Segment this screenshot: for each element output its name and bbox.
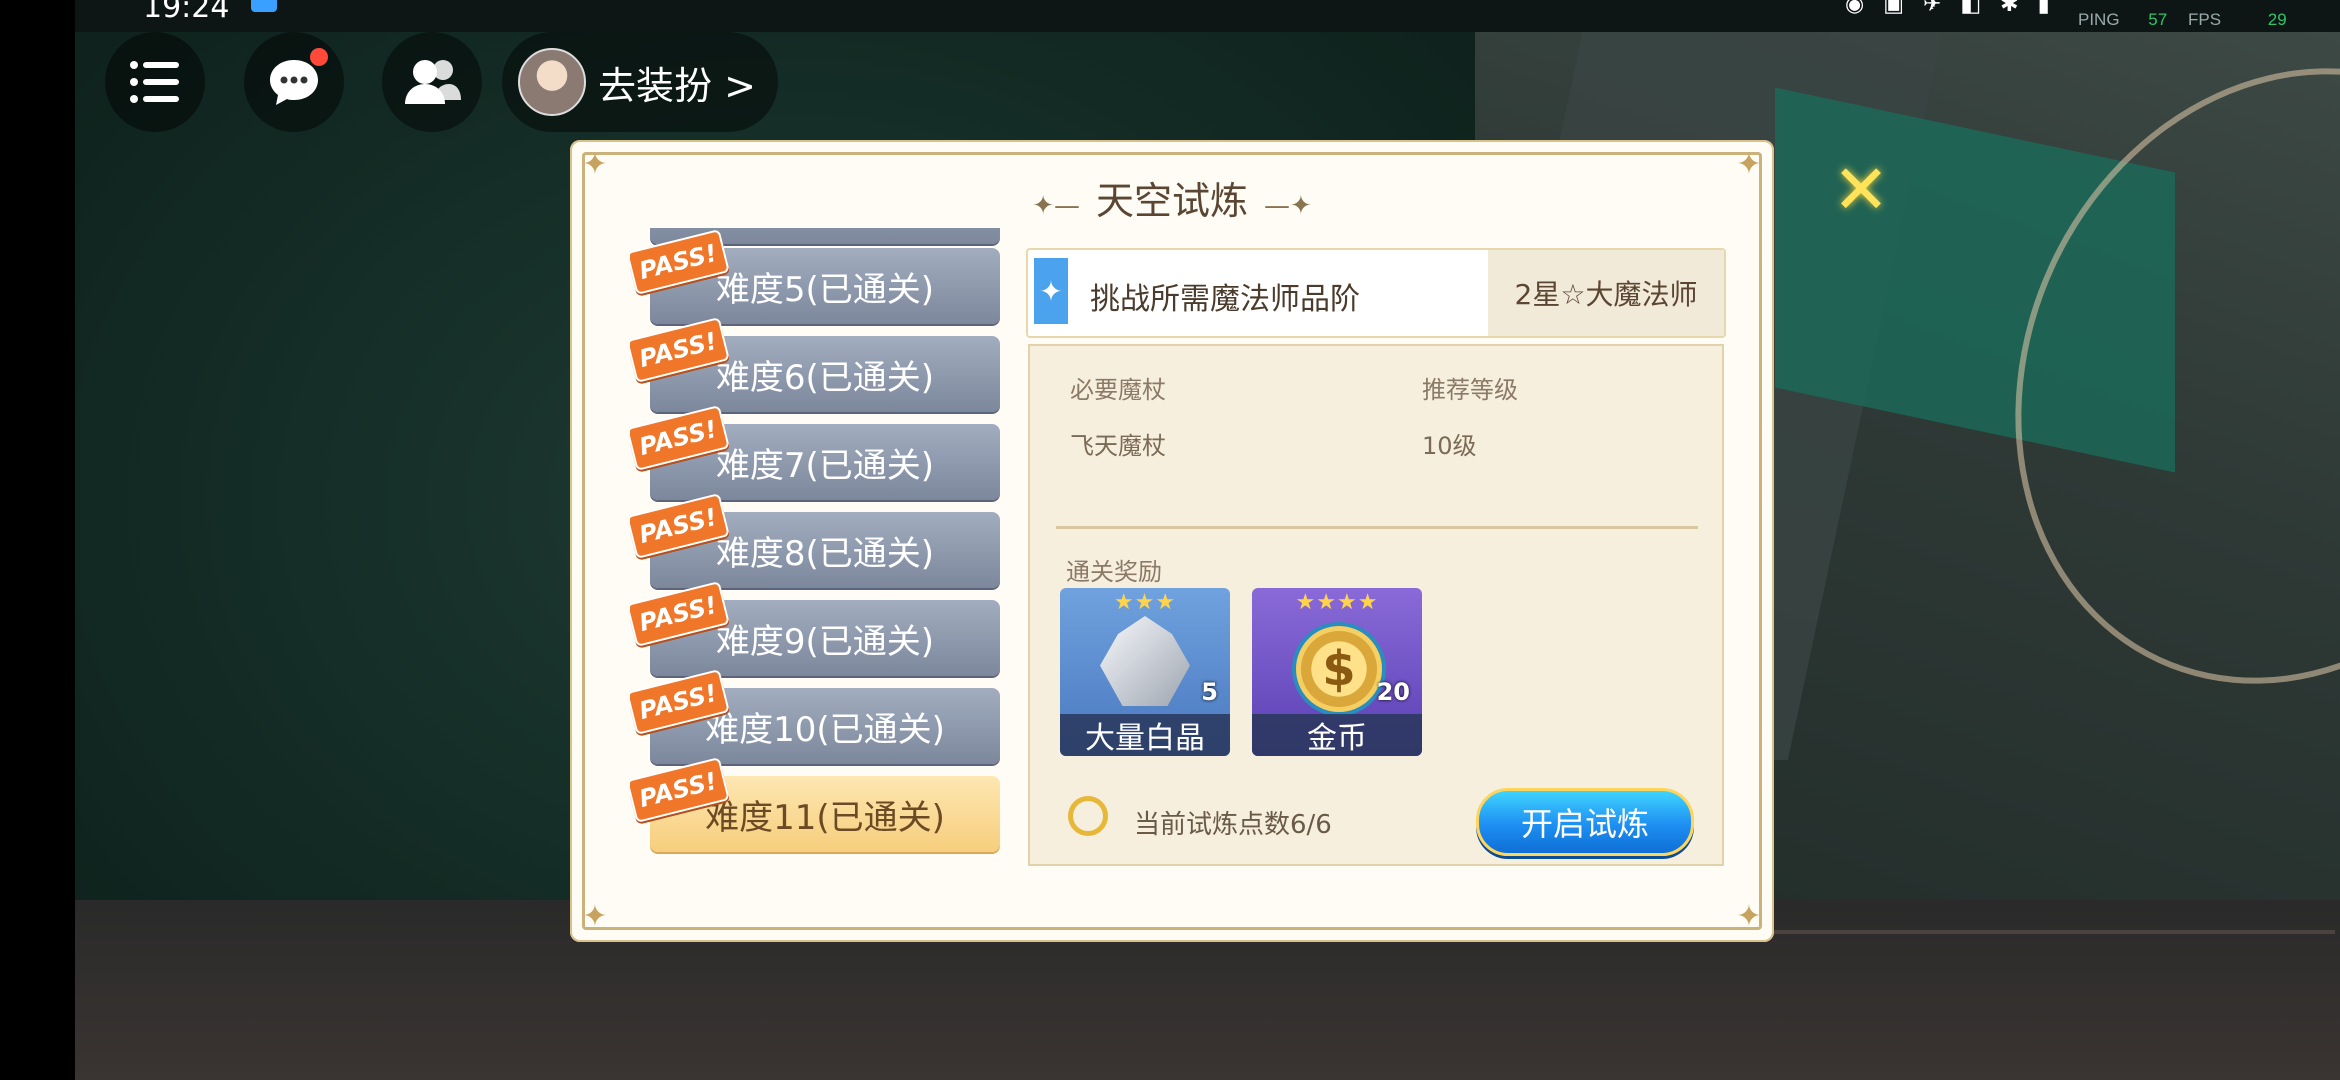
wand-label: 必要魔杖 bbox=[1070, 376, 1166, 404]
trial-points-icon bbox=[1068, 796, 1108, 836]
frame-corner-ornament-icon: ✦ bbox=[1736, 899, 1762, 934]
level-value: 10级 bbox=[1422, 432, 1477, 460]
requirement-bar: ✦ 挑战所需魔法师品阶 2星☆大魔法师 bbox=[1026, 248, 1726, 338]
reward-count: 20 bbox=[1376, 678, 1410, 706]
rewards-title: 通关奖励 bbox=[1066, 558, 1162, 586]
reward-stars: ★★★ bbox=[1113, 590, 1177, 615]
player-avatar bbox=[518, 48, 586, 116]
perf-fps: FPS 29 bbox=[2188, 10, 2287, 29]
detail-divider bbox=[1056, 526, 1698, 529]
chat-button[interactable] bbox=[244, 32, 344, 132]
reward-stars: ★★★★ bbox=[1295, 590, 1379, 615]
reward-item-coin[interactable]: ★★★★ $ 20 金币 bbox=[1252, 588, 1422, 756]
start-trial-button[interactable]: 开启试炼 bbox=[1476, 788, 1694, 856]
dress-up-button[interactable]: 去装扮 > bbox=[502, 32, 778, 132]
system-status-icons: ◉ ▣ ✈ ◧ ✱ ▮ bbox=[1845, 0, 2056, 17]
reward-name: 金币 bbox=[1252, 714, 1422, 756]
menu-icon bbox=[130, 61, 179, 103]
title-right-ornament-icon: —✦ bbox=[1264, 191, 1312, 221]
frame-corner-ornament-icon: ✦ bbox=[582, 899, 608, 934]
reward-count: 5 bbox=[1201, 678, 1218, 706]
difficulty-list[interactable]: 难度5(已通关) PASS! 难度6(已通关) PASS! 难度7(已通关) P… bbox=[630, 228, 1016, 1008]
wand-value: 飞天魔杖 bbox=[1070, 432, 1166, 460]
menu-button[interactable] bbox=[105, 32, 205, 132]
level-label: 推荐等级 bbox=[1422, 376, 1518, 404]
dialog-title: ✦— 天空试炼 —✦ bbox=[1032, 179, 1312, 223]
status-time: 19:24 bbox=[143, 0, 230, 25]
sparkle-icon: ✦ bbox=[1034, 258, 1068, 324]
status-bar: 19:24 ◉ ▣ ✈ ◧ ✱ ▮ bbox=[75, 0, 2340, 32]
crystal-icon bbox=[1100, 616, 1190, 706]
reward-item-crystal[interactable]: ★★★ 5 大量白晶 bbox=[1060, 588, 1230, 756]
friends-icon bbox=[405, 60, 461, 104]
title-left-ornament-icon: ✦— bbox=[1032, 191, 1080, 221]
perf-ping: PING 57 bbox=[2078, 10, 2168, 29]
reward-name: 大量白晶 bbox=[1060, 714, 1230, 756]
sky-trial-dialog: ✦ ✦ ✦ ✦ ✦— 天空试炼 —✦ 难度5(已通关) PASS! 难度6(已通关)… bbox=[570, 140, 1774, 942]
dress-up-label: 去装扮 > bbox=[598, 63, 756, 108]
friends-button[interactable] bbox=[382, 32, 482, 132]
chat-unread-dot bbox=[310, 48, 328, 66]
close-icon[interactable]: ✕ bbox=[1832, 157, 1890, 225]
requirement-label: 挑战所需魔法师品阶 bbox=[1090, 282, 1360, 317]
requirement-value: 2星☆大魔法师 bbox=[1488, 250, 1724, 336]
trial-points-text: 当前试炼点数6/6 bbox=[1134, 810, 1332, 840]
app-notification-icon bbox=[251, 0, 277, 12]
coin-icon: $ bbox=[1292, 622, 1386, 716]
